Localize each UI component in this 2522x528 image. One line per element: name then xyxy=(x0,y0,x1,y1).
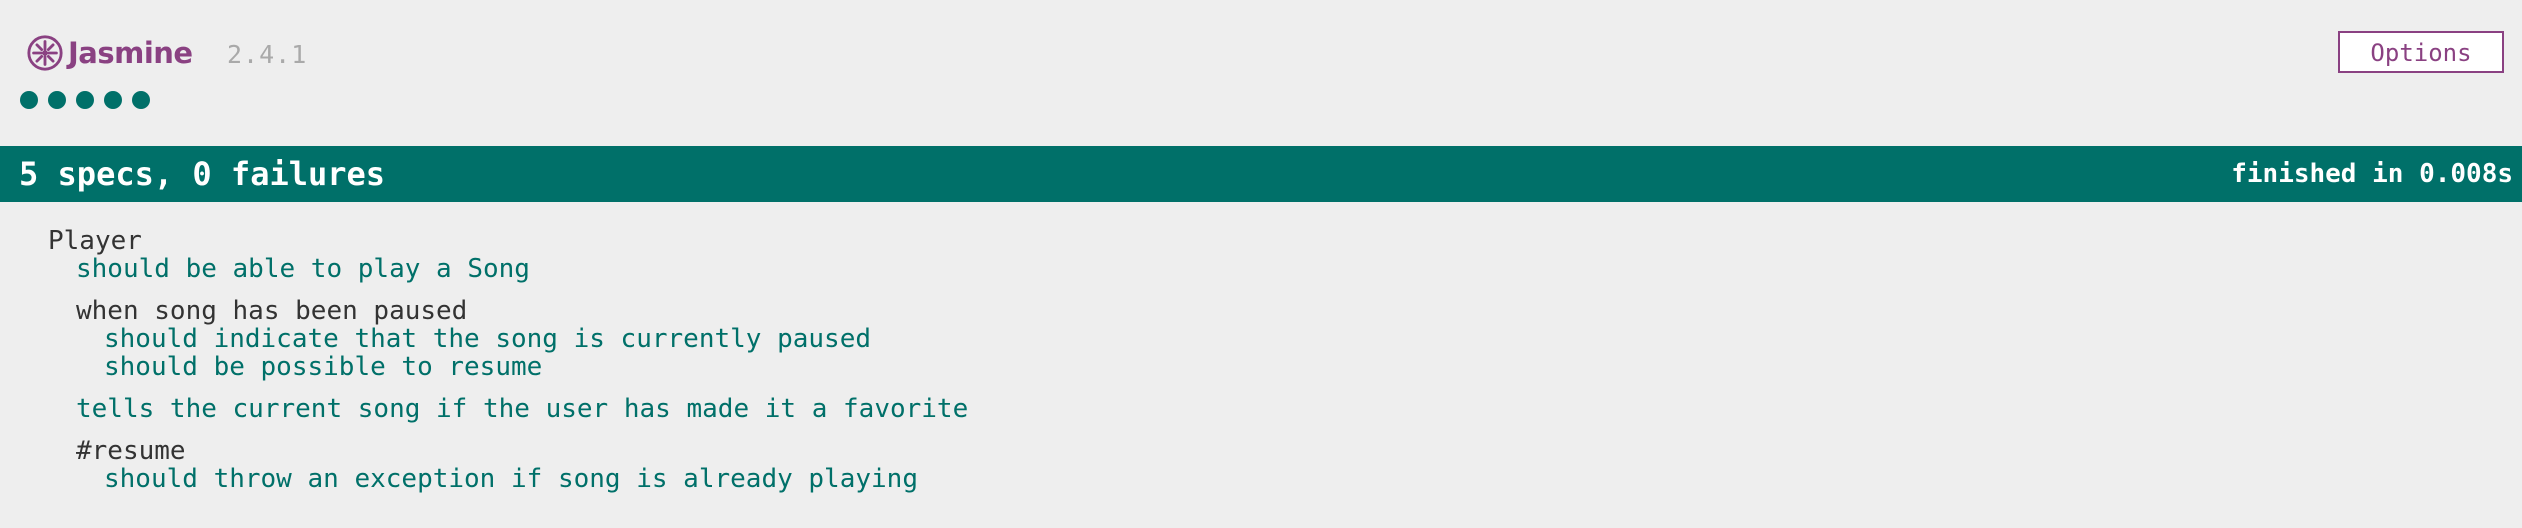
status-bar: 5 specs, 0 failures finished in 0.008s xyxy=(0,146,2522,202)
duration-label: finished in 0.008s xyxy=(2231,159,2513,189)
suite-title-player[interactable]: Player xyxy=(48,226,142,256)
version-label: 2.4.1 xyxy=(227,40,308,69)
specs-summary[interactable]: 5 specs, 0 failures xyxy=(19,146,385,202)
spec-item[interactable]: tells the current song if the user has m… xyxy=(76,394,968,424)
jasmine-logo[interactable]: Jasmine xyxy=(26,34,193,72)
passed-spec-symbol[interactable] xyxy=(20,91,38,109)
passed-spec-symbol[interactable] xyxy=(132,91,150,109)
jasmine-flower-icon xyxy=(27,35,63,71)
suite-title-paused[interactable]: when song has been paused xyxy=(76,296,467,326)
spec-item[interactable]: should be possible to resume xyxy=(104,352,542,382)
suite-title-resume[interactable]: #resume xyxy=(76,436,186,466)
spec-item[interactable]: should indicate that the song is current… xyxy=(104,324,871,354)
spec-item[interactable]: should throw an exception if song is alr… xyxy=(104,464,918,494)
options-button[interactable]: Options xyxy=(2338,31,2504,73)
symbol-summary xyxy=(20,91,150,109)
logo-text: Jasmine xyxy=(68,36,193,70)
passed-spec-symbol[interactable] xyxy=(104,91,122,109)
passed-spec-symbol[interactable] xyxy=(76,91,94,109)
passed-spec-symbol[interactable] xyxy=(48,91,66,109)
spec-item[interactable]: should be able to play a Song xyxy=(76,254,530,284)
jasmine-banner: Jasmine 2.4.1 Options xyxy=(0,0,2522,109)
